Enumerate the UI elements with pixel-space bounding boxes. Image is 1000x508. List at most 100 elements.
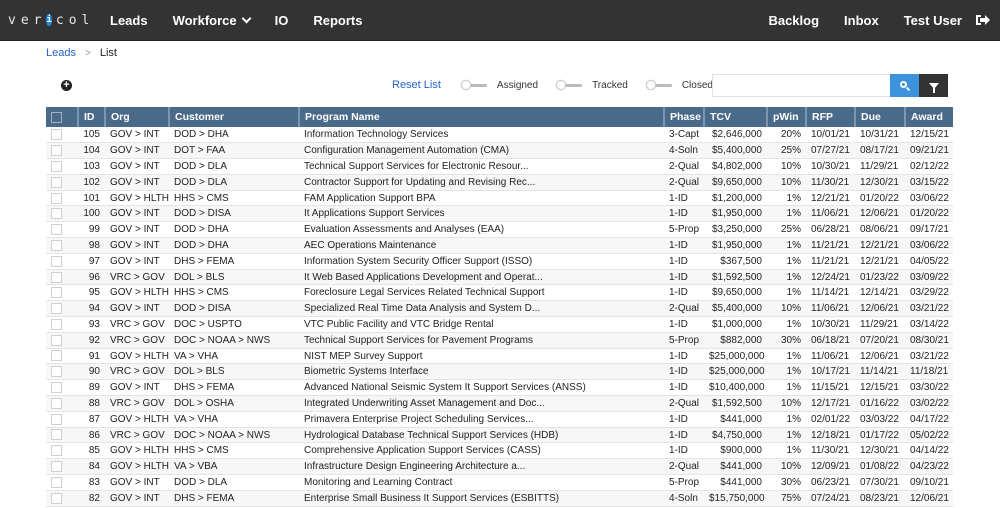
- row-checkbox[interactable]: [51, 145, 62, 157]
- cell-program-name[interactable]: Technical Support Services for Pavement …: [299, 332, 664, 349]
- row-checkbox[interactable]: [51, 413, 62, 425]
- table-row[interactable]: 101 GOV > HLTH HHS > CMS FAM Application Su…: [46, 190, 953, 207]
- plus-circle-icon[interactable]: +: [61, 80, 72, 91]
- table-row[interactable]: 82 GOV > INT DHS > FEMA Enterprise Small Bu…: [46, 490, 953, 507]
- cell-program-name[interactable]: It Applications Support Services: [299, 205, 664, 223]
- row-checkbox[interactable]: [51, 208, 62, 220]
- cell-program-name[interactable]: Monitoring and Learning Contract: [299, 474, 664, 491]
- cell-program-name[interactable]: Integrated Underwriting Asset Management…: [299, 395, 664, 412]
- cell-program-name[interactable]: Advanced National Seismic System It Supp…: [299, 379, 664, 397]
- row-checkbox[interactable]: [51, 303, 62, 315]
- search-input[interactable]: [712, 74, 890, 97]
- column-header-org[interactable]: Org: [104, 107, 169, 127]
- table-row[interactable]: 90 VRC > GOV DOL > BLS Biometric Systems In…: [46, 363, 953, 381]
- table-row[interactable]: 96 VRC > GOV DOL > BLS It Web Based Applica…: [46, 269, 953, 286]
- nav-reports[interactable]: Reports: [313, 13, 362, 28]
- vericol-logo[interactable]: ver i col: [8, 13, 89, 28]
- row-checkbox[interactable]: [51, 461, 62, 473]
- row-checkbox[interactable]: [51, 224, 62, 236]
- table-row[interactable]: 83 GOV > INT DOD > DLA Monitoring and Learn…: [46, 474, 953, 491]
- search-button[interactable]: [890, 74, 919, 97]
- cell-program-name[interactable]: Evaluation Assessments and Analyses (EAA…: [299, 221, 664, 239]
- column-header-id[interactable]: ID: [77, 107, 105, 127]
- cell-program-name[interactable]: VTC Public Facility and VTC Bridge Renta…: [299, 316, 664, 333]
- column-header-program-name[interactable]: Program Name: [298, 107, 664, 127]
- row-checkbox[interactable]: [51, 476, 62, 488]
- row-checkbox[interactable]: [51, 350, 62, 362]
- column-header-customer[interactable]: Customer: [168, 107, 299, 127]
- row-checkbox[interactable]: [51, 382, 62, 394]
- cell-program-name[interactable]: Technical Support Services for Electroni…: [299, 158, 664, 175]
- nav-io[interactable]: IO: [275, 13, 289, 28]
- table-row[interactable]: 86 VRC > GOV DOC > NOAA > NWS Hydrological …: [46, 427, 953, 444]
- breadcrumb-leads-link[interactable]: Leads: [46, 47, 76, 59]
- table-row[interactable]: 98 GOV > INT DOD > DHA AEC Operations Maint…: [46, 237, 953, 254]
- toggle-closed[interactable]: Closed: [645, 80, 713, 91]
- row-checkbox[interactable]: [51, 287, 62, 299]
- column-header-award[interactable]: Award: [904, 107, 953, 127]
- table-row[interactable]: 102 GOV > INT DOD > DLA Contractor Support …: [46, 174, 953, 191]
- table-row[interactable]: 89 GOV > INT DHS > FEMA Advanced National S…: [46, 379, 953, 397]
- table-row[interactable]: 85 GOV > HLTH HHS > CMS Comprehensive Appli…: [46, 442, 953, 460]
- table-row[interactable]: 103 GOV > INT DOD > DLA Technical Support S…: [46, 158, 953, 175]
- row-checkbox[interactable]: [51, 255, 62, 267]
- cell-program-name[interactable]: FAM Application Support BPA: [299, 190, 664, 207]
- reset-list-link[interactable]: Reset List: [392, 79, 441, 91]
- row-checkbox[interactable]: [51, 160, 62, 172]
- cell-program-name[interactable]: NIST MEP Survey Support: [299, 348, 664, 365]
- row-checkbox[interactable]: [51, 429, 62, 441]
- select-all-checkbox[interactable]: [51, 111, 62, 123]
- table-row[interactable]: 93 VRC > GOV DOC > USPTO VTC Public Facilit…: [46, 316, 953, 333]
- table-row[interactable]: 95 GOV > HLTH HHS > CMS Foreclosure Legal S…: [46, 284, 953, 302]
- toggle-assigned[interactable]: Assigned: [460, 80, 538, 91]
- nav-user-menu[interactable]: Test User: [904, 13, 962, 28]
- row-checkbox[interactable]: [51, 239, 62, 251]
- cell-program-name[interactable]: It Web Based Applications Development an…: [299, 269, 664, 286]
- sign-out-icon[interactable]: [976, 14, 990, 26]
- column-header-rfp[interactable]: RFP: [805, 107, 855, 127]
- nav-inbox[interactable]: Inbox: [844, 13, 879, 28]
- closed-switch[interactable]: [645, 80, 674, 90]
- column-header-select-all[interactable]: [46, 107, 78, 127]
- table-row[interactable]: 99 GOV > INT DOD > DHA Evaluation Assessmen…: [46, 221, 953, 239]
- table-row[interactable]: 87 GOV > HLTH VA > VHA Primavera Enterprise…: [46, 411, 953, 428]
- cell-program-name[interactable]: Configuration Management Automation (CMA…: [299, 142, 664, 160]
- nav-workforce[interactable]: Workforce: [173, 13, 252, 28]
- row-checkbox[interactable]: [51, 192, 62, 204]
- column-header-due[interactable]: Due: [854, 107, 905, 127]
- table-row[interactable]: 104 GOV > INT DOT > FAA Configuration Manag…: [46, 142, 953, 160]
- column-header-tcv[interactable]: TCV: [703, 107, 767, 127]
- row-checkbox[interactable]: [51, 366, 62, 378]
- table-row[interactable]: 92 VRC > GOV DOC > NOAA > NWS Technical Sup…: [46, 332, 953, 349]
- cell-program-name[interactable]: Foreclosure Legal Services Related Techn…: [299, 284, 664, 302]
- filter-button[interactable]: [919, 74, 948, 97]
- table-row[interactable]: 100 GOV > INT DOD > DISA It Applications Su…: [46, 205, 953, 223]
- row-checkbox[interactable]: [51, 334, 62, 346]
- row-checkbox[interactable]: [51, 397, 62, 409]
- cell-program-name[interactable]: Enterprise Small Business It Support Ser…: [299, 490, 664, 507]
- cell-program-name[interactable]: Hydrological Database Technical Support …: [299, 427, 664, 444]
- cell-program-name[interactable]: Specialized Real Time Data Analysis and …: [299, 300, 664, 318]
- row-checkbox[interactable]: [51, 492, 62, 504]
- column-header-phase[interactable]: Phase: [663, 107, 704, 127]
- cell-program-name[interactable]: Comprehensive Application Support Servic…: [299, 442, 664, 460]
- table-row[interactable]: 97 GOV > INT DHS > FEMA Information System …: [46, 253, 953, 270]
- row-checkbox[interactable]: [51, 271, 62, 283]
- cell-program-name[interactable]: Information System Security Officer Supp…: [299, 253, 664, 270]
- table-row[interactable]: 105 GOV > INT DOD > DHA Information Technol…: [46, 127, 953, 144]
- row-checkbox[interactable]: [51, 129, 62, 141]
- toggle-tracked[interactable]: Tracked: [556, 80, 628, 91]
- table-row[interactable]: 84 GOV > HLTH VA > VBA Infrastructure Desig…: [46, 458, 953, 476]
- row-checkbox[interactable]: [51, 176, 62, 188]
- table-row[interactable]: 91 GOV > HLTH VA > VHA NIST MEP Survey Supp…: [46, 348, 953, 365]
- tracked-switch[interactable]: [556, 80, 584, 90]
- table-row[interactable]: 94 GOV > INT DOD > DISA Specialized Real Ti…: [46, 300, 953, 318]
- column-header-pwin[interactable]: pWin: [766, 107, 806, 127]
- row-checkbox[interactable]: [51, 318, 62, 330]
- cell-program-name[interactable]: Primavera Enterprise Project Scheduling …: [299, 411, 664, 428]
- cell-program-name[interactable]: Biometric Systems Interface: [299, 363, 664, 381]
- nav-backlog[interactable]: Backlog: [768, 13, 819, 28]
- cell-program-name[interactable]: AEC Operations Maintenance: [299, 237, 664, 254]
- cell-program-name[interactable]: Information Technology Services: [299, 127, 664, 144]
- table-row[interactable]: 88 VRC > GOV DOL > OSHA Integrated Underwri…: [46, 395, 953, 412]
